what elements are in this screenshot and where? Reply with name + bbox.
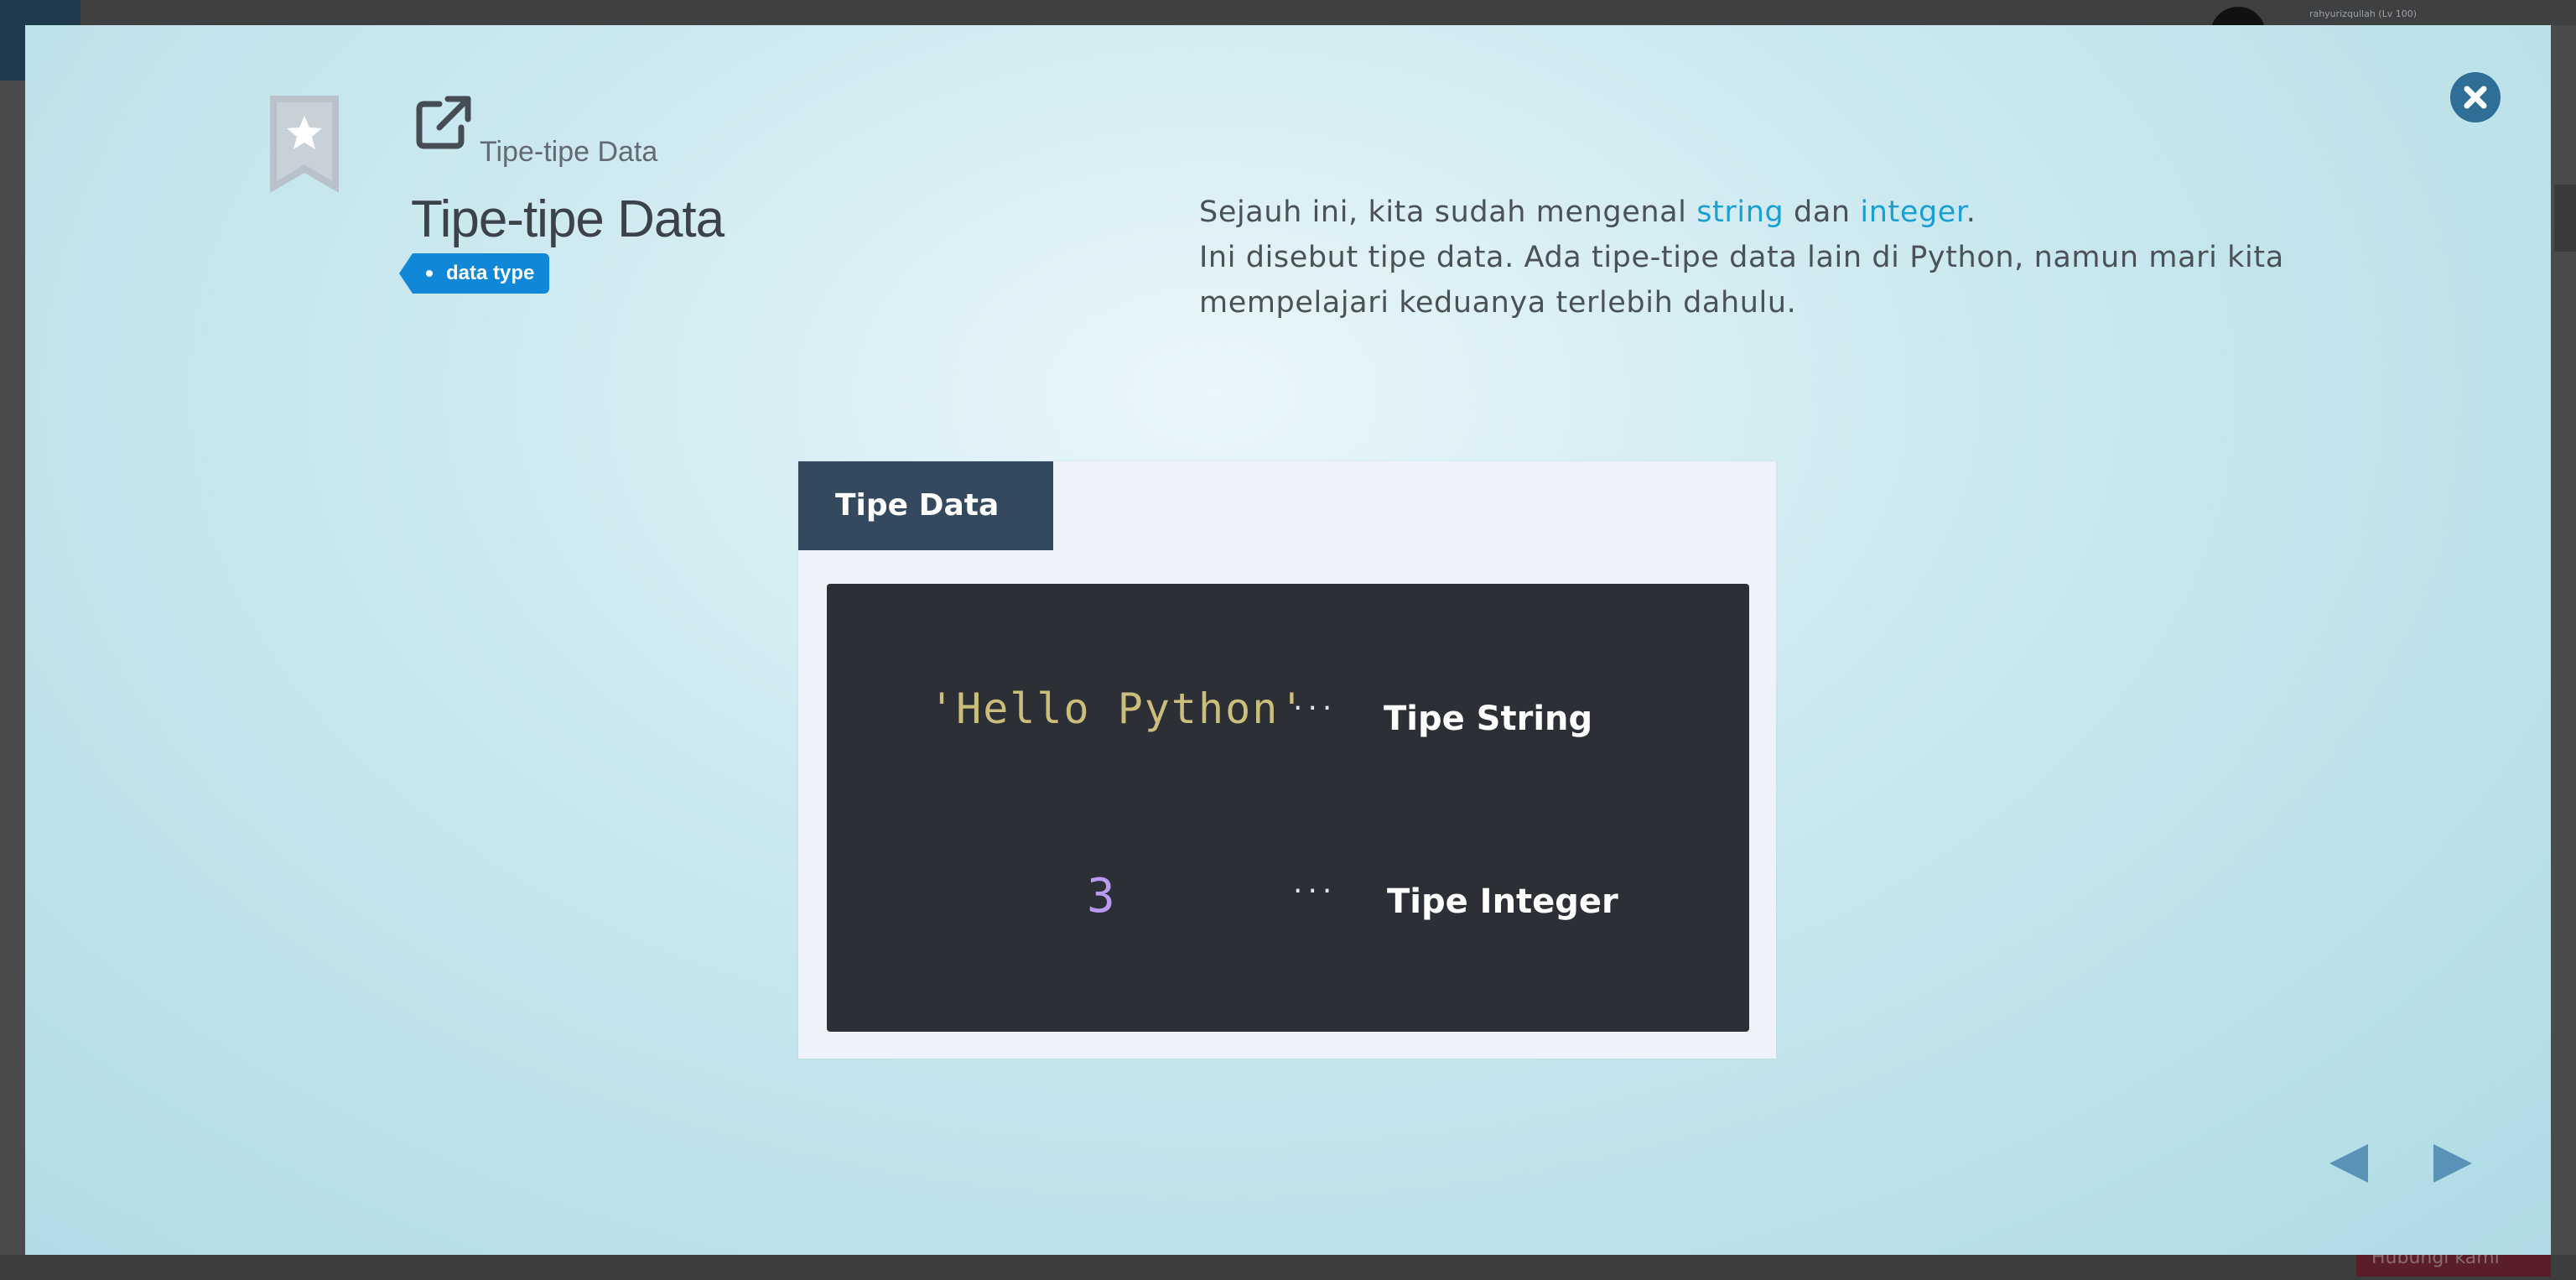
string-example: 'Hello Python' [929, 684, 1306, 733]
slide-card: Tipe Data 'Hello Python' ··· Tipe String… [798, 461, 1776, 1059]
slide-header: Tipe Data [798, 461, 1053, 550]
string-type-label: Tipe String [1384, 700, 1593, 738]
external-link-icon [416, 96, 471, 149]
breadcrumb: Tipe-tipe Data [480, 136, 658, 168]
dots-separator: ··· [1293, 691, 1337, 726]
keyword-integer: integer [1860, 195, 1966, 229]
description-line-2: Ini disebut tipe data. Ada tipe-tipe dat… [1199, 241, 2284, 274]
tag-data-type[interactable]: data type [398, 253, 550, 294]
next-slide-button[interactable] [2427, 1141, 2477, 1186]
keyword-string: string [1696, 195, 1784, 229]
bookmark-star-icon[interactable] [268, 94, 340, 195]
close-icon [2464, 86, 2487, 109]
slide-modal: Tipe-tipe Data Tipe-tipe Data data type … [25, 25, 2551, 1255]
close-button[interactable] [2450, 72, 2501, 122]
integer-type-label: Tipe Integer [1387, 882, 1618, 921]
tag-label: data type [446, 262, 535, 284]
integer-example: 3 [1087, 869, 1115, 924]
description-line-1: Sejauh ini, kita sudah mengenal string d… [1199, 190, 2306, 235]
background-scrollbar [2554, 185, 2576, 252]
user-label: rahyurizqullah (Lv 100) [2309, 8, 2417, 19]
background-bottom-bar [0, 1255, 2576, 1280]
description-text: . [1966, 195, 1976, 229]
arrow-left-icon [2329, 1144, 2368, 1183]
description: Sejauh ini, kita sudah mengenal string d… [1199, 190, 2306, 325]
tag-dot [426, 270, 433, 277]
code-panel: 'Hello Python' ··· Tipe String 3 ··· Tip… [827, 584, 1749, 1032]
page-title: Tipe-tipe Data [411, 190, 724, 248]
background-top-bar [0, 0, 2576, 25]
description-text: dan [1784, 195, 1861, 229]
dots-separator: ··· [1293, 874, 1337, 908]
prev-slide-button[interactable] [2324, 1141, 2375, 1186]
arrow-right-icon [2433, 1144, 2472, 1183]
description-line-3: mempelajari keduanya terlebih dahulu. [1199, 286, 1797, 320]
description-text: Sejauh ini, kita sudah mengenal [1199, 195, 1697, 229]
